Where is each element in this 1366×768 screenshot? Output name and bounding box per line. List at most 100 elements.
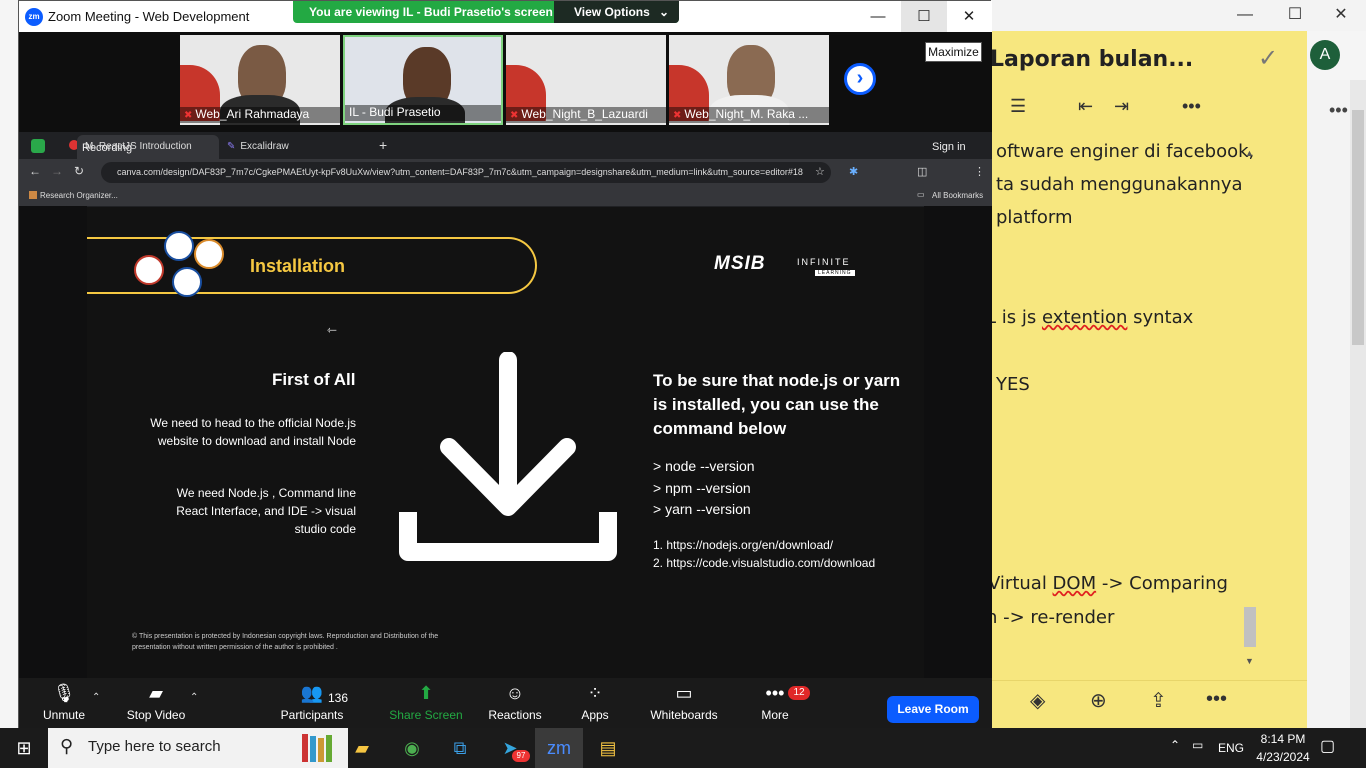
reactions-icon: ☺ — [505, 683, 525, 703]
note-line: YES — [996, 374, 1030, 395]
command-line: > npm --version — [653, 480, 751, 496]
share-screen-label: Share Screen — [389, 708, 463, 722]
learning-logo: LEARNING — [815, 270, 855, 276]
folder-icon: ▭ — [917, 190, 925, 199]
participant-name-bar: ✖ Web_Night_M. Raka ... — [669, 107, 829, 123]
maximize-icon[interactable]: ☐ — [1272, 4, 1318, 26]
stop-video-button[interactable]: ▰ Stop Video — [116, 678, 196, 729]
zoom-window: zm Zoom Meeting - Web Development — ☐ ✕ … — [18, 0, 992, 729]
more-format-icon[interactable]: ••• — [1182, 96, 1201, 117]
minimize-icon[interactable]: — — [1222, 4, 1268, 26]
telegram-icon[interactable]: ➤ 97 — [486, 728, 534, 768]
note-scrollbar-thumb[interactable] — [1244, 607, 1256, 647]
language-indicator[interactable]: ENG — [1218, 741, 1244, 755]
participant-name: Web_Night_M. Raka ... — [684, 107, 809, 121]
battery-icon[interactable]: ▭ — [1192, 738, 1203, 752]
tab-label: Excalidraw — [240, 141, 289, 152]
windows-start-icon[interactable]: ⊞ — [0, 728, 48, 768]
restore-icon[interactable]: ☐ — [901, 1, 947, 32]
scroll-up-icon[interactable]: ▲ — [1245, 148, 1254, 158]
star-icon: ☆ — [815, 166, 825, 178]
zoom-taskbar-icon[interactable]: zm — [535, 728, 583, 768]
close-icon[interactable]: ✕ — [946, 1, 992, 32]
all-bookmarks: All Bookmarks — [932, 191, 984, 200]
participant-tile[interactable]: ✖ Web_Night_M. Raka ... — [669, 35, 829, 125]
note-scrollbar[interactable]: ▲ ▼ — [1243, 148, 1257, 666]
paint-bucket-icon[interactable]: ◈ — [1030, 688, 1045, 713]
msib-logo: MSIB — [714, 253, 766, 274]
vscode-icon[interactable]: ⧉ — [436, 728, 484, 768]
unmute-button[interactable]: 🎙 Unmute — [24, 678, 104, 729]
close-icon[interactable]: ✕ — [1318, 4, 1364, 26]
reactions-button[interactable]: ☺ Reactions — [475, 678, 555, 729]
clock-date[interactable]: 4/23/2024 — [1252, 750, 1314, 764]
participant-tile[interactable]: ✖ Web_Night_B_Lazuardi — [506, 35, 666, 125]
note-line: Virtual DOM -> Comparing — [988, 573, 1228, 594]
note-line: L is js extention syntax — [986, 307, 1193, 328]
decor-ball — [172, 267, 202, 297]
url-bar: canva.com/design/DAF83P_7m7c/CgkePMAEtUy… — [101, 162, 831, 183]
view-options-label: View Options — [574, 5, 650, 19]
notification-badge: 12 — [788, 686, 810, 700]
notification-icon[interactable]: ▢ — [1320, 736, 1335, 756]
side-scrollbar-thumb[interactable] — [1352, 110, 1364, 345]
note-line: n -> re-render — [986, 607, 1115, 628]
share-user-icon[interactable]: ⊕ — [1090, 688, 1107, 713]
browser-tabstrip: M. ReactJS Introduction ✎ Excalidraw + Re… — [19, 132, 992, 159]
avatar[interactable]: A — [1310, 40, 1340, 70]
browser-address-row: ← → ↻ canva.com/design/DAF83P_7m7c/CgkeP… — [19, 159, 992, 186]
slide-margin — [19, 206, 87, 678]
participant-name: IL - Budi Prasetio — [349, 105, 441, 119]
participant-tile[interactable]: ✖ Web_Ari Rahmadaya — [180, 35, 340, 125]
new-tab-icon[interactable]: + — [379, 137, 387, 153]
clock-time[interactable]: 8:14 PM — [1258, 732, 1308, 746]
apps-button[interactable]: ⁘ Apps — [555, 678, 635, 729]
outdent-icon[interactable]: ⇤ — [1078, 96, 1093, 117]
share-icon[interactable]: ⇪ — [1150, 688, 1167, 713]
command-line: > yarn --version — [653, 501, 751, 517]
checkmark-icon[interactable]: ✓ — [1258, 44, 1278, 73]
window-title: Zoom Meeting - Web Development — [48, 9, 250, 24]
minimize-icon[interactable]: — — [855, 1, 901, 32]
chrome-icon[interactable]: ◉ — [388, 728, 436, 768]
leave-room-button[interactable]: Leave Room — [887, 696, 979, 723]
apps-icon: ⁘ — [587, 683, 603, 703]
file-explorer-icon[interactable]: ▰ — [338, 728, 386, 768]
bookmark-icon — [29, 191, 37, 199]
whiteboard-icon: ▭ — [675, 683, 693, 703]
sticky-notes-icon[interactable]: ▤ — [584, 728, 632, 768]
search-placeholder: Type here to search — [88, 738, 221, 755]
more-label: More — [761, 708, 789, 722]
muted-mic-icon: ✖ — [673, 110, 682, 121]
more-options-icon[interactable]: ••• — [1329, 100, 1348, 121]
reactions-label: Reactions — [488, 708, 542, 722]
video-camera-icon: ▰ — [149, 683, 163, 703]
share-screen-button[interactable]: ⬆ Share Screen — [386, 678, 466, 729]
chevron-up-icon[interactable]: ⌃ — [190, 692, 198, 703]
puzzle-icon: ◫ — [917, 166, 928, 178]
view-options-button[interactable]: View Options ⌄ — [554, 1, 679, 23]
whiteboards-button[interactable]: ▭ Whiteboards — [644, 678, 724, 729]
shared-screen[interactable]: M. ReactJS Introduction ✎ Excalidraw + Re… — [19, 132, 992, 678]
next-page-button[interactable]: › — [844, 63, 876, 95]
indent-icon[interactable]: ⇥ — [1114, 96, 1129, 117]
note-title[interactable]: Laporan bulan... — [990, 47, 1193, 72]
more-icon[interactable]: ••• — [1206, 688, 1227, 711]
align-icon[interactable]: ☰ — [1010, 96, 1026, 117]
meeting-controls: 🎙 Unmute ⌃ ▰ Stop Video ⌃ 👥 Participants 13… — [19, 678, 992, 729]
left-heading: First of All — [272, 370, 356, 389]
left-paragraph-2: We need Node.js , Command line React Int… — [176, 486, 356, 536]
chevron-up-icon[interactable]: ⌃ — [1170, 738, 1180, 752]
bookmarks-bar: Research Organizer... ▭ All Bookmarks — [19, 186, 992, 206]
excalidraw-icon: ✎ — [227, 141, 236, 152]
maximize-tooltip: Maximize — [925, 42, 982, 62]
apps-label: Apps — [581, 708, 609, 722]
scroll-down-icon[interactable]: ▼ — [1245, 656, 1254, 666]
menu-icon: ⋮ — [974, 166, 985, 178]
unmute-label: Unmute — [42, 708, 86, 722]
participant-tile-active[interactable]: IL - Budi Prasetio — [343, 35, 503, 125]
windows-taskbar: ⊞ ⚲ Type here to search ▰ ◉ ⧉ ➤ 97 zm ▤ ⌃… — [0, 728, 1366, 768]
chevron-up-icon[interactable]: ⌃ — [92, 692, 100, 703]
tab-excalidraw[interactable]: ✎ Excalidraw — [219, 135, 359, 159]
note-line: ta sudah menggunakannya — [996, 174, 1243, 195]
